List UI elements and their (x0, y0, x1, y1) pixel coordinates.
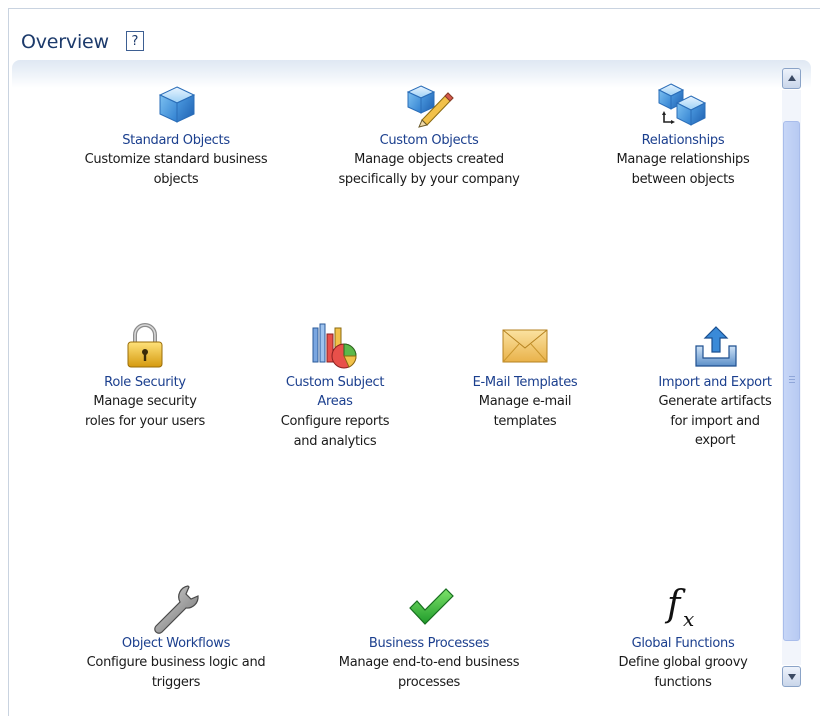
chart-icon[interactable] (311, 322, 359, 370)
cube-icon[interactable] (156, 84, 198, 126)
help-icon[interactable]: ? (126, 31, 144, 51)
chevron-up-icon (788, 75, 796, 81)
business-processes-link[interactable]: Business Processes (369, 634, 489, 653)
email-templates-link[interactable]: E-Mail Templates (473, 373, 578, 392)
role-security-description: Manage security roles for your users (84, 394, 206, 429)
custom-subject-areas-description: Configure reports and analytics (280, 414, 390, 449)
chevron-down-icon (788, 674, 796, 680)
envelope-icon[interactable] (502, 328, 548, 364)
linked-cubes-icon[interactable] (657, 82, 709, 130)
relationships-description: Manage relationships between objects (616, 152, 750, 187)
global-functions-link[interactable]: Global Functions (632, 634, 735, 653)
upload-tray-icon[interactable] (693, 324, 739, 370)
function-fx-icon[interactable]: f x (664, 584, 704, 632)
global-functions-description: Define global groovy functions (618, 655, 748, 690)
business-processes-description: Manage end-to-end business processes (338, 655, 520, 690)
cube-pencil-icon[interactable] (406, 82, 454, 128)
svg-text:x: x (683, 607, 694, 631)
page-title: Overview (21, 31, 109, 53)
scrollbar-thumb[interactable] (783, 121, 800, 641)
custom-subject-areas-link[interactable]: Custom Subject Areas (286, 373, 385, 411)
object-workflows-description: Configure business logic and triggers (86, 655, 266, 690)
object-workflows-link[interactable]: Object Workflows (122, 634, 230, 653)
wrench-icon[interactable] (152, 584, 200, 634)
scroll-down-button[interactable] (782, 666, 801, 687)
custom-objects-description: Manage objects created specifically by yo… (338, 152, 520, 187)
custom-objects-link[interactable]: Custom Objects (380, 131, 479, 150)
email-templates-description: Manage e-mail templates (478, 394, 572, 429)
relationships-link[interactable]: Relationships (642, 131, 725, 150)
import-export-description: Generate artifacts for import and export (658, 394, 772, 448)
checkmark-icon[interactable] (408, 588, 454, 628)
padlock-icon[interactable] (124, 322, 166, 370)
role-security-link[interactable]: Role Security (104, 373, 186, 392)
scroll-up-button[interactable] (782, 68, 801, 89)
standard-objects-link[interactable]: Standard Objects (122, 131, 230, 150)
import-export-link[interactable]: Import and Export (658, 373, 772, 392)
standard-objects-description: Customize standard business objects (84, 152, 268, 187)
